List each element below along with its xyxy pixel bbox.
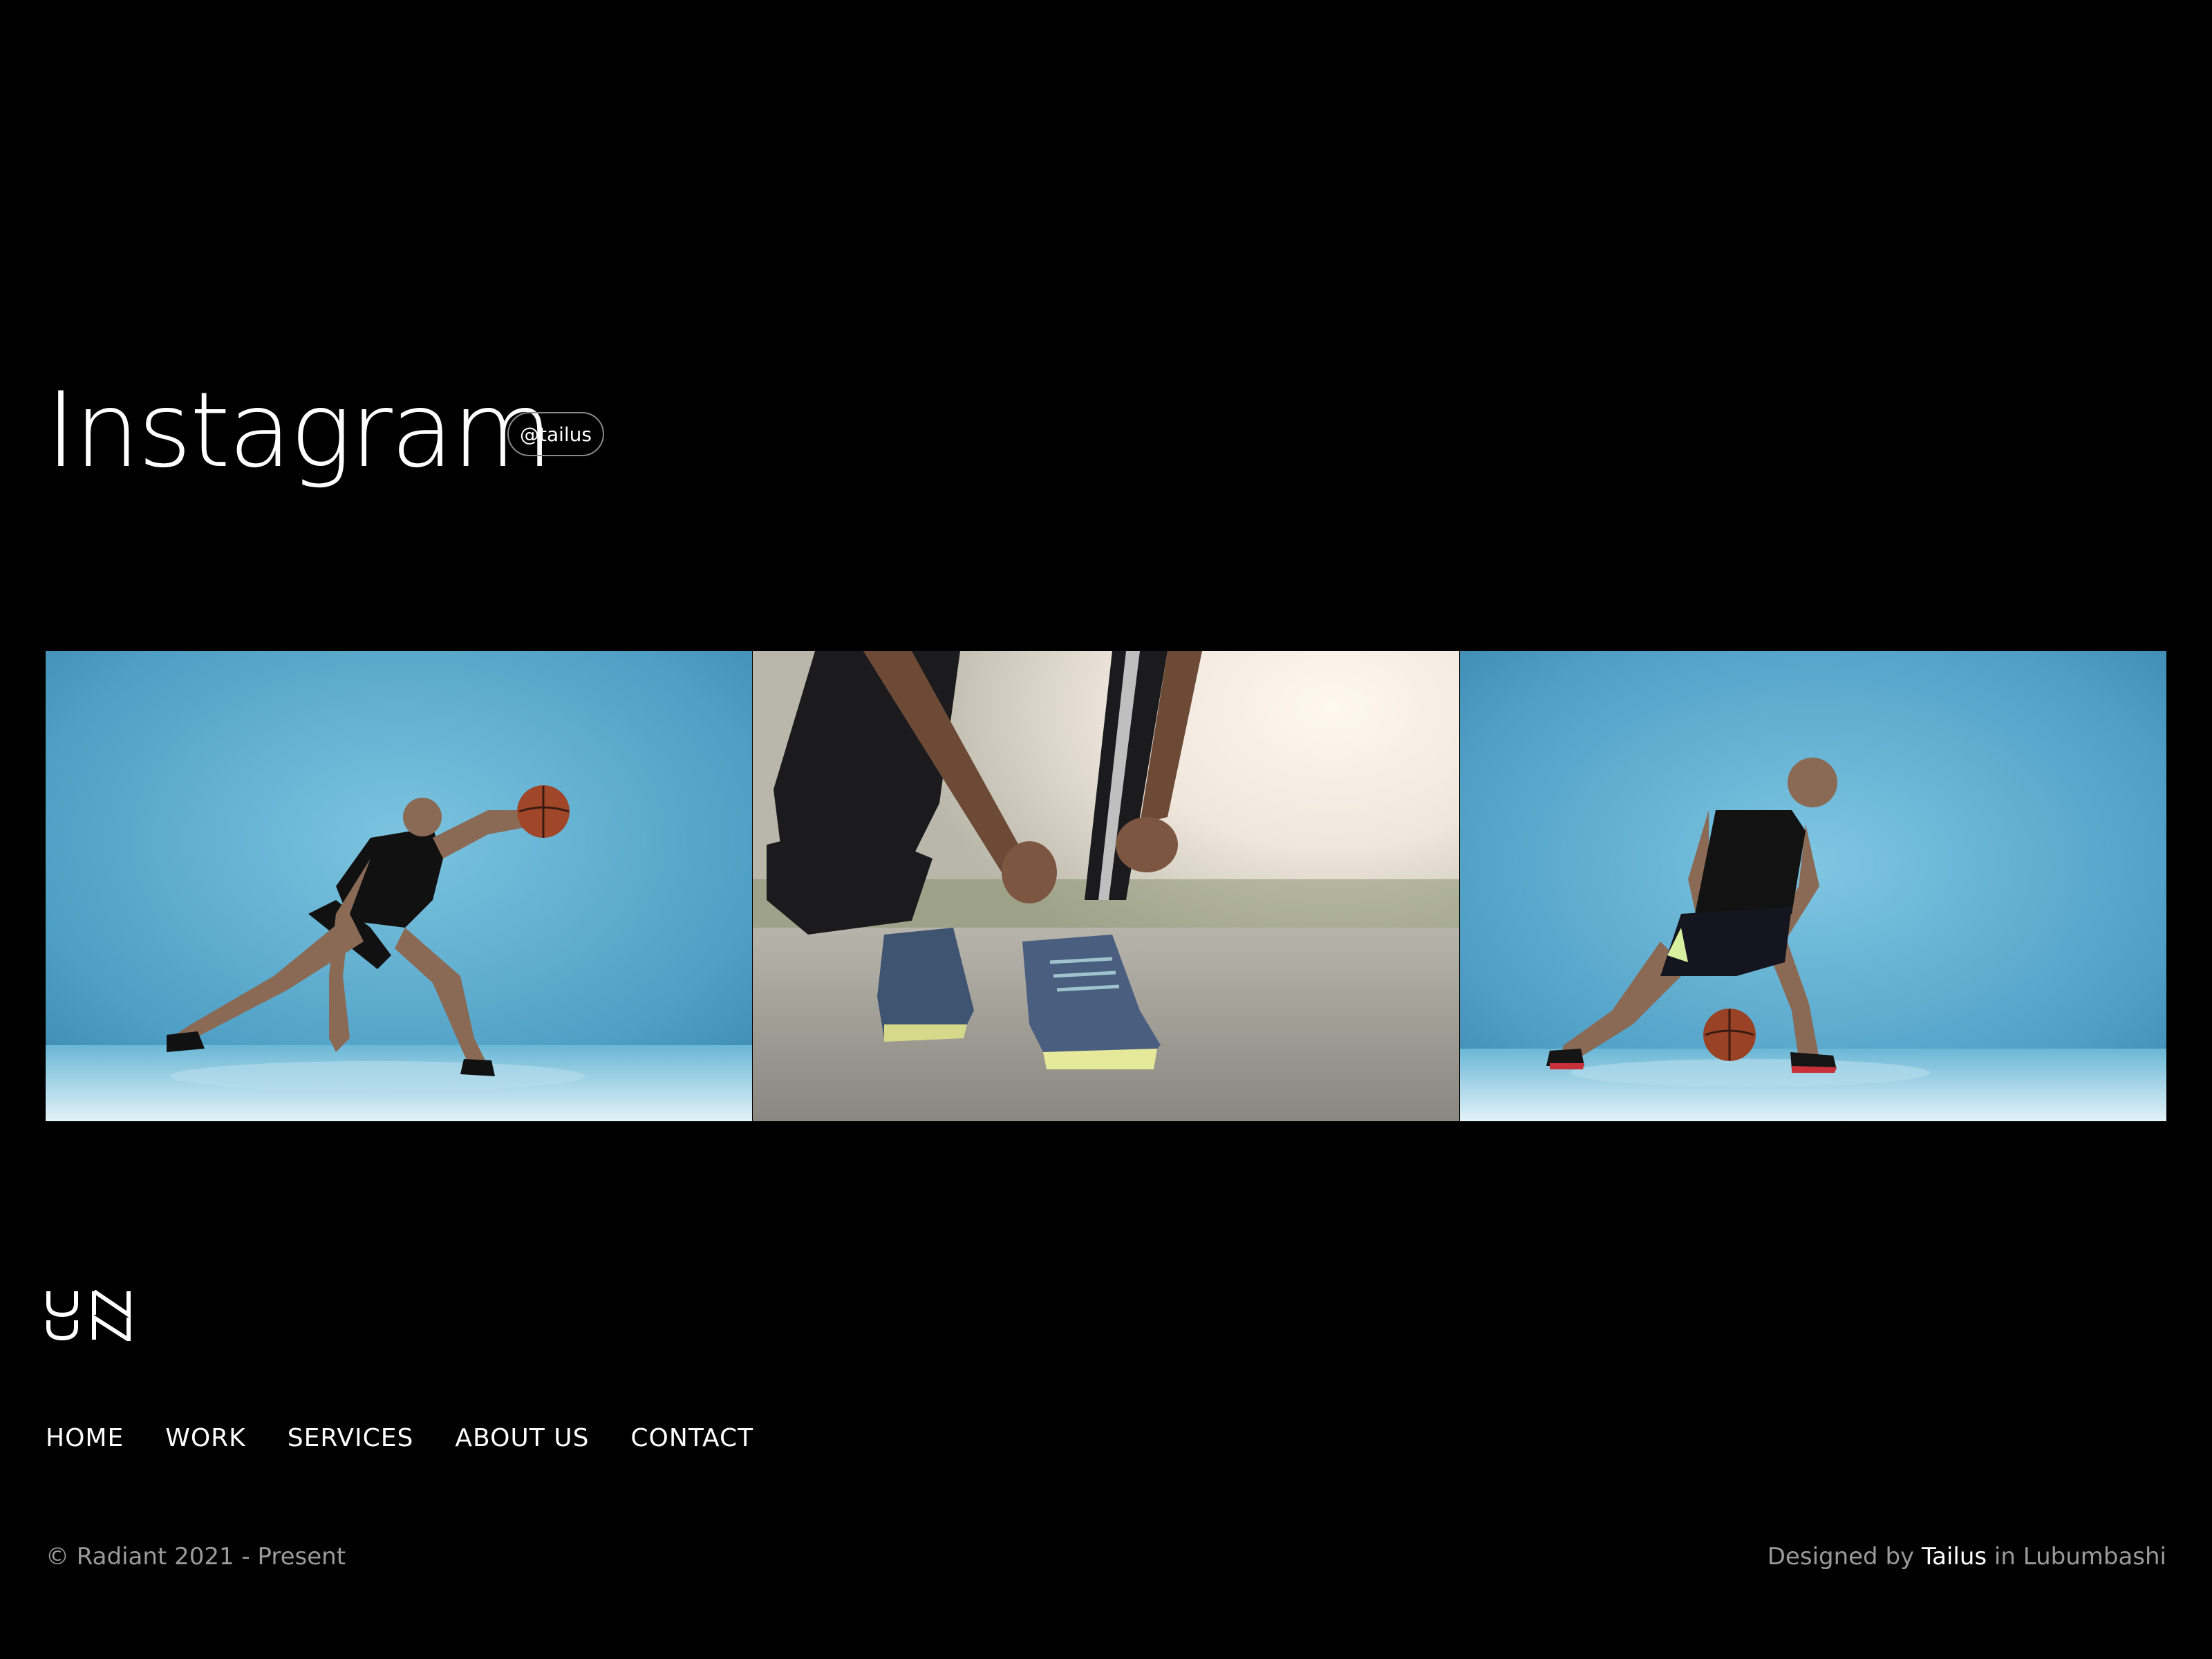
- credit-prefix: Designed by: [1767, 1543, 1915, 1571]
- nav-home[interactable]: HOME: [46, 1424, 124, 1452]
- designer-credit: Designed by Tailus in Lubumbashi: [1768, 1543, 2166, 1571]
- runner-tying-shoelace-photo: [753, 651, 1459, 1121]
- footer-nav: HOME WORK SERVICES ABOUT US CONTACT: [46, 1424, 753, 1452]
- gallery-photo-2[interactable]: [753, 651, 1459, 1121]
- gallery-photo-1[interactable]: [46, 651, 752, 1121]
- copyright-text: © Radiant 2021 - Present: [46, 1543, 346, 1571]
- credit-suffix: in Lubumbashi: [1994, 1543, 2166, 1571]
- nav-about-us[interactable]: ABOUT US: [455, 1424, 589, 1452]
- logo-text: UN: [46, 1290, 47, 1291]
- nav-services[interactable]: SERVICES: [288, 1424, 414, 1452]
- credit-tailus-link[interactable]: Tailus: [1922, 1543, 1987, 1571]
- instagram-gallery: [46, 651, 2166, 1121]
- nav-contact[interactable]: CONTACT: [630, 1424, 753, 1452]
- instagram-handle-link[interactable]: @tailus: [507, 412, 604, 456]
- gallery-photo-3[interactable]: [1460, 651, 2166, 1121]
- basketball-player-crouching-photo: [46, 651, 752, 1121]
- un-logo[interactable]: UN: [46, 1290, 135, 1341]
- basketball-player-dribbling-photo: [1460, 651, 2166, 1121]
- instagram-title: Instagram: [46, 371, 553, 491]
- page: Instagram @tailus UN HOME WORK SERVICES …: [0, 0, 2212, 1659]
- nav-work[interactable]: WORK: [165, 1424, 246, 1452]
